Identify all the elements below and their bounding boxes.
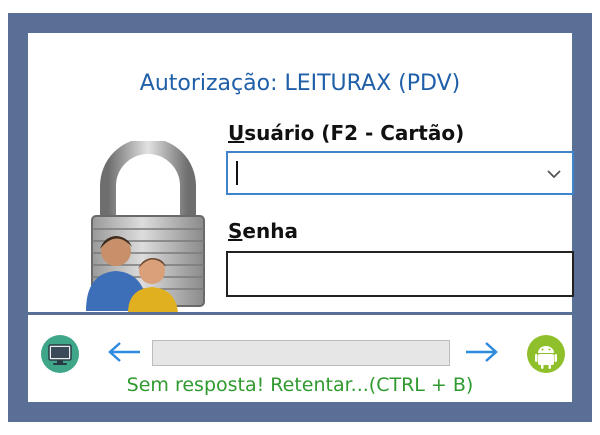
dialog-title: Autorização: LEITURAX (PDV)	[139, 71, 461, 96]
text-caret	[236, 161, 238, 185]
user-combobox[interactable]	[226, 151, 574, 195]
dialog-frame: Autorização: LEITURAX (PDV) Usuário (F2 …	[8, 13, 592, 422]
user-label-accelerator: U	[228, 121, 245, 145]
password-field-label: Senha	[228, 219, 298, 243]
password-field[interactable]	[226, 251, 574, 297]
computer-icon	[41, 335, 79, 373]
lock-users-icon	[86, 141, 205, 313]
chevron-down-icon[interactable]	[546, 167, 562, 181]
user-label-text: suário (F2 - Cartão)	[244, 121, 465, 145]
password-label-accelerator: S	[228, 219, 243, 243]
password-label-text: enha	[242, 219, 298, 243]
connection-status-row: Sem resposta! Retentar...(CTRL + B)	[28, 315, 572, 402]
arrow-left-icon	[108, 342, 140, 362]
dialog-panel: Autorização: LEITURAX (PDV) Usuário (F2 …	[28, 33, 574, 402]
status-message-link[interactable]: Sem resposta! Retentar...(CTRL + B)	[28, 373, 572, 397]
user-field-label: Usuário (F2 - Cartão)	[228, 121, 464, 145]
connection-progress-bar	[152, 340, 450, 366]
android-icon	[527, 335, 565, 373]
arrow-right-icon	[466, 342, 498, 362]
